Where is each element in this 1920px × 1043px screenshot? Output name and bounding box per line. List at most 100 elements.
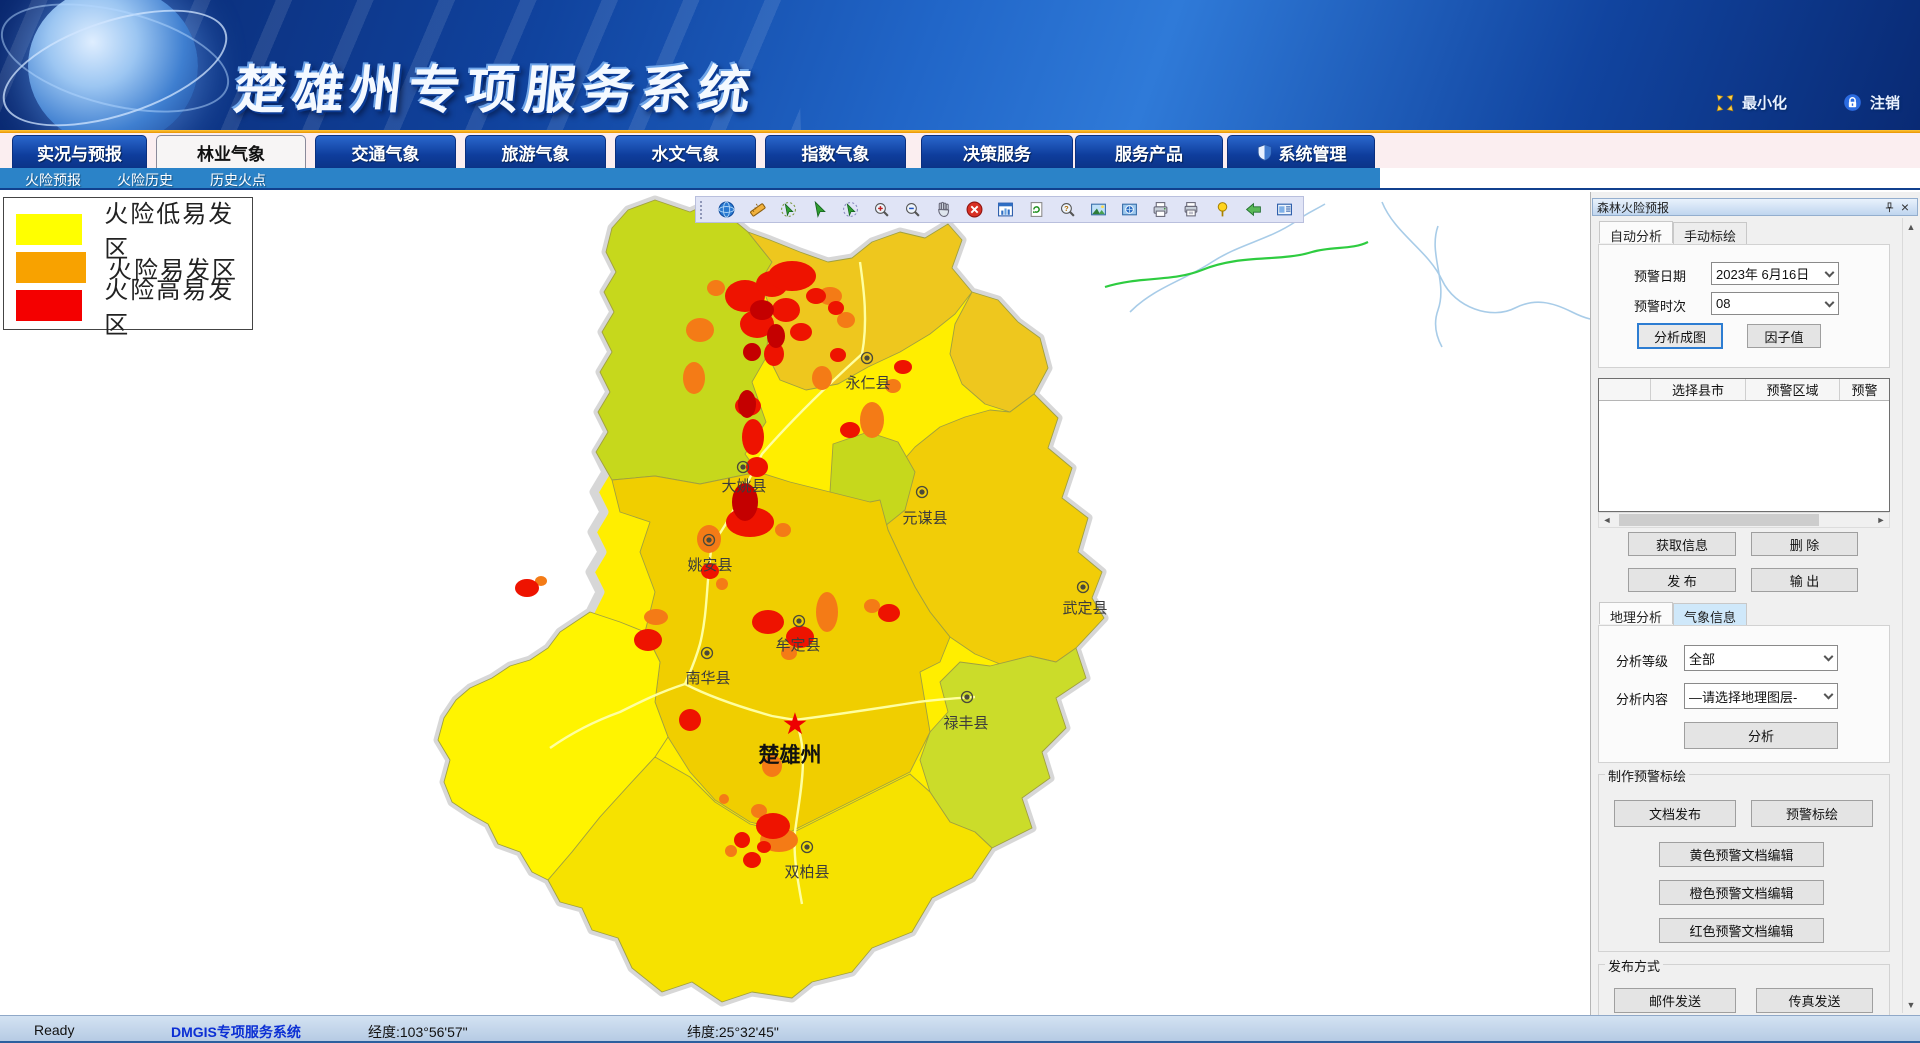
- county-label: 姚安县: [687, 557, 732, 574]
- print-icon[interactable]: [1149, 199, 1171, 221]
- logout-button[interactable]: 注销: [1843, 92, 1900, 113]
- panel-titlebar: 森林火险预报 ×: [1592, 198, 1918, 216]
- minimize-button[interactable]: 最小化: [1716, 92, 1787, 113]
- col-warning-area[interactable]: 预警区域: [1746, 379, 1840, 400]
- tab-decision-service[interactable]: 决策服务: [921, 135, 1073, 168]
- identify-icon[interactable]: ?: [1056, 199, 1078, 221]
- chart-window-icon[interactable]: [994, 199, 1016, 221]
- pointer-icon[interactable]: [808, 199, 830, 221]
- scroll-up-icon[interactable]: ▲: [1903, 218, 1919, 235]
- close-icon[interactable]: ×: [1897, 199, 1913, 215]
- legend-swatch-low: [16, 214, 82, 245]
- subnav-fire-history[interactable]: 火险历史: [117, 170, 173, 190]
- col-warning[interactable]: 预警: [1840, 379, 1889, 400]
- tab-weather-info[interactable]: 气象信息: [1673, 603, 1747, 625]
- print-setup-icon[interactable]: [1180, 199, 1202, 221]
- status-latitude: 纬度:25°32'45": [687, 1022, 779, 1042]
- warning-time-select[interactable]: 08: [1711, 292, 1839, 315]
- status-ready: Ready: [34, 1022, 74, 1038]
- tab-geo-analysis[interactable]: 地理分析: [1599, 602, 1673, 624]
- publish-method-label: 发布方式: [1605, 956, 1663, 975]
- analysis-content-select[interactable]: —请选择地理图层-: [1684, 683, 1838, 709]
- globe-icon[interactable]: [715, 199, 737, 221]
- map-legend: 火险低易发区 火险易发区 火险高易发区: [3, 197, 253, 330]
- app-banner: 楚雄州专项服务系统 最小化 注销: [0, 0, 1920, 130]
- warning-table[interactable]: 选择县市 预警区域 预警: [1598, 378, 1890, 512]
- tab-index-weather[interactable]: 指数气象: [765, 135, 906, 168]
- warning-time-label: 预警时次: [1634, 296, 1686, 315]
- scroll-down-icon[interactable]: ▼: [1903, 996, 1919, 1013]
- panel-tabs-top: 自动分析 手动标绘: [1599, 222, 1747, 244]
- warning-table-header: 选择县市 预警区域 预警: [1599, 379, 1889, 401]
- warning-date-label: 预警日期: [1634, 266, 1686, 285]
- svg-text:?: ?: [1064, 204, 1069, 213]
- minimize-icon: [1716, 94, 1734, 112]
- county-label: 永仁县: [845, 375, 890, 392]
- get-info-button[interactable]: 获取信息: [1628, 532, 1736, 556]
- select-area-icon[interactable]: [777, 199, 799, 221]
- tab-auto-analysis[interactable]: 自动分析: [1599, 221, 1673, 243]
- pin-marker-icon[interactable]: [1211, 199, 1233, 221]
- map-area[interactable]: ★ 永仁县 元谋县 大姚县 姚安县 武定县 牟定县 南华县 禄丰县 双柏县 楚雄…: [0, 192, 1590, 1015]
- tab-live-forecast[interactable]: 实况与预报: [12, 135, 147, 168]
- tab-forestry-weather[interactable]: 林业气象: [156, 135, 306, 169]
- delete-button[interactable]: 删 除: [1751, 532, 1858, 556]
- tab-manual-plot[interactable]: 手动标绘: [1673, 222, 1747, 244]
- refresh-page-icon[interactable]: [1025, 199, 1047, 221]
- panel-tabs-mid: 地理分析 气象信息: [1599, 603, 1747, 625]
- subnav-fire-forecast[interactable]: 火险预报: [25, 170, 81, 190]
- doc-publish-button[interactable]: 文档发布: [1614, 800, 1736, 827]
- legend-row-high: 火险高易发区: [16, 286, 252, 324]
- legend-swatch-high: [16, 290, 82, 321]
- tab-traffic-weather[interactable]: 交通气象: [315, 135, 456, 168]
- hscroll-thumb[interactable]: [1619, 514, 1819, 526]
- orange-doc-edit-button[interactable]: 橙色预警文档编辑: [1659, 880, 1824, 905]
- main-nav: 实况与预报 林业气象 交通气象 旅游气象 水文气象 指数气象 决策服务 服务产品…: [0, 133, 1920, 168]
- yellow-doc-edit-button[interactable]: 黄色预警文档编辑: [1659, 842, 1824, 867]
- panel-title: 森林火险预报: [1597, 199, 1669, 216]
- col-select-county[interactable]: 选择县市: [1651, 379, 1746, 400]
- tab-hydrology-weather[interactable]: 水文气象: [615, 135, 756, 168]
- capital-star-icon: ★: [782, 708, 809, 741]
- toolbar-grip[interactable]: [700, 201, 703, 219]
- image-export-icon[interactable]: [1087, 199, 1109, 221]
- warning-date-select[interactable]: 2023年 6月16日: [1711, 262, 1839, 285]
- tab-system-management[interactable]: 系统管理: [1227, 135, 1375, 168]
- prefecture-label: 楚雄州: [759, 743, 822, 767]
- red-doc-edit-button[interactable]: 红色预警文档编辑: [1659, 918, 1824, 943]
- analysis-level-select[interactable]: 全部: [1684, 645, 1838, 671]
- analyze-map-button[interactable]: 分析成图: [1637, 323, 1723, 349]
- select-circle-icon[interactable]: [839, 199, 861, 221]
- zoom-out-icon[interactable]: [901, 199, 923, 221]
- sub-nav: 火险预报 火险历史 历史火点: [0, 168, 1380, 190]
- plot-group-label: 制作预警标绘: [1605, 766, 1689, 785]
- factor-value-button[interactable]: 因子值: [1747, 324, 1821, 348]
- stop-icon[interactable]: [963, 199, 985, 221]
- panel-vscrollbar[interactable]: ▲ ▼: [1902, 218, 1919, 1013]
- tab-service-products[interactable]: 服务产品: [1075, 135, 1223, 168]
- minimize-label: 最小化: [1742, 92, 1787, 113]
- scroll-left-icon[interactable]: ◄: [1599, 513, 1615, 527]
- back-icon[interactable]: [1242, 199, 1264, 221]
- fax-send-button[interactable]: 传真发送: [1756, 988, 1873, 1013]
- export-button[interactable]: 输 出: [1751, 568, 1858, 592]
- pan-icon[interactable]: [932, 199, 954, 221]
- measure-icon[interactable]: [746, 199, 768, 221]
- warning-plot-button[interactable]: 预警标绘: [1751, 800, 1873, 827]
- pin-icon[interactable]: [1881, 199, 1897, 215]
- subnav-historic-fire-points[interactable]: 历史火点: [210, 170, 266, 190]
- analyze-button[interactable]: 分析: [1684, 722, 1838, 749]
- nav-divider: [1380, 188, 1920, 190]
- map-view-icon[interactable]: [1118, 199, 1140, 221]
- scroll-right-icon[interactable]: ►: [1873, 513, 1889, 527]
- county-label: 武定县: [1062, 600, 1107, 617]
- river-lines: [1130, 202, 1590, 347]
- layout-icon[interactable]: [1273, 199, 1295, 221]
- publish-button[interactable]: 发 布: [1628, 568, 1736, 592]
- email-send-button[interactable]: 邮件发送: [1614, 988, 1736, 1013]
- globe-logo: [28, 0, 198, 130]
- zoom-in-icon[interactable]: [870, 199, 892, 221]
- tab-tourism-weather[interactable]: 旅游气象: [465, 135, 606, 168]
- table-hscrollbar[interactable]: ◄ ►: [1598, 512, 1890, 528]
- status-system-link[interactable]: DMGIS专项服务系统: [171, 1022, 301, 1042]
